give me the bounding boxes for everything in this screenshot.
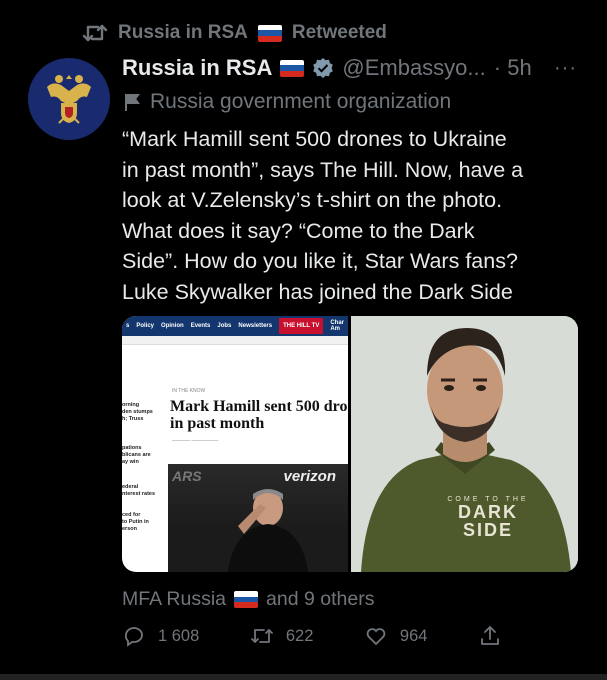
divider [0, 674, 607, 680]
org-label-text: Russia government organization [150, 90, 452, 113]
author-handle[interactable]: @Embassyo... [342, 55, 485, 81]
nav-extra: Char Am [330, 320, 344, 332]
nav-item: Opinion [161, 323, 184, 329]
avatar[interactable] [28, 58, 110, 140]
nav-item: Jobs [217, 323, 232, 329]
author-name[interactable]: Russia in RSA [122, 55, 272, 81]
article-subbar [122, 336, 348, 345]
like-button[interactable]: 964 [364, 624, 428, 648]
sidebar-snippet: ced for to Putin in erson [122, 512, 149, 532]
shirt-line-3: SIDE [462, 520, 513, 540]
nav-item: Policy [136, 323, 155, 329]
article-screenshot[interactable]: s Policy Opinion Events Jobs Newsletters… [122, 316, 348, 572]
article-byline: ———— —————— [172, 438, 219, 443]
zelensky-photo[interactable]: COME TO THE DARK SIDE [351, 316, 578, 572]
reply-icon [124, 627, 143, 647]
tweet-actions: 1 608 622 964 [122, 624, 502, 648]
article-photo: ARS verizon [168, 464, 348, 572]
tweet-header: Russia in RSA @Embassyo... · 5h ··· [122, 55, 577, 81]
reply-button[interactable]: 1 608 [122, 624, 199, 648]
tweet-media[interactable]: s Policy Opinion Events Jobs Newsletters… [122, 316, 578, 572]
retweeted-label: Retweeted [291, 22, 387, 43]
sidebar-snippet: pations blicans are ay win [122, 445, 151, 465]
retweet-icon [82, 24, 108, 42]
nav-item: Newsletters [238, 323, 273, 329]
shirt-print: COME TO THE DARK SIDE [433, 496, 543, 539]
retweeter-name[interactable]: Russia in RSA [118, 22, 248, 44]
tweet-time[interactable]: · 5h [494, 55, 532, 81]
share-button[interactable] [478, 624, 502, 648]
coat-of-arms-icon [47, 75, 91, 124]
verified-badge-icon [313, 58, 334, 78]
retweet-button[interactable]: 622 [250, 624, 314, 648]
russia-flag-icon [234, 591, 259, 608]
nav-item: Events [190, 323, 211, 329]
tagged-users[interactable]: MFA Russia and 9 others [122, 588, 374, 611]
heart-icon [366, 628, 386, 646]
retweet-header[interactable]: Russia in RSA Retweeted [82, 22, 387, 44]
retweet-icon [250, 629, 273, 643]
tagged-others[interactable]: and 9 others [266, 588, 374, 611]
article-kicker: IN THE KNOW [172, 388, 206, 394]
shirt-line-2: DARK [458, 502, 518, 522]
russia-flag-icon [280, 59, 305, 77]
russia-flag-icon [257, 24, 282, 42]
tweet-text: “Mark Hamill sent 500 drones to Ukraine … [122, 127, 524, 304]
flag-outline-icon [125, 94, 140, 111]
retweet-count: 622 [285, 626, 314, 645]
sidebar-snippet: ederal nterest rates [122, 484, 156, 497]
article-sidebar: orning den stumps h; Truss pations blica… [122, 402, 162, 545]
like-count: 964 [399, 626, 428, 645]
reply-count: 1 608 [158, 626, 200, 645]
share-icon [481, 626, 499, 645]
saluting-man-image [168, 489, 348, 572]
government-label: Russia government organization [124, 90, 451, 114]
article-navbar: s Policy Opinion Events Jobs Newsletters… [122, 316, 348, 336]
tagged-source[interactable]: MFA Russia [122, 588, 226, 611]
nav-item: s [126, 323, 130, 329]
more-options-icon[interactable]: ··· [554, 57, 577, 80]
sidebar-snippet: orning den stumps h; Truss [122, 402, 153, 422]
article-headline: Mark Hamill sent 500 dro in past month [170, 398, 348, 432]
nav-brand: THE HILL TV [279, 318, 324, 334]
